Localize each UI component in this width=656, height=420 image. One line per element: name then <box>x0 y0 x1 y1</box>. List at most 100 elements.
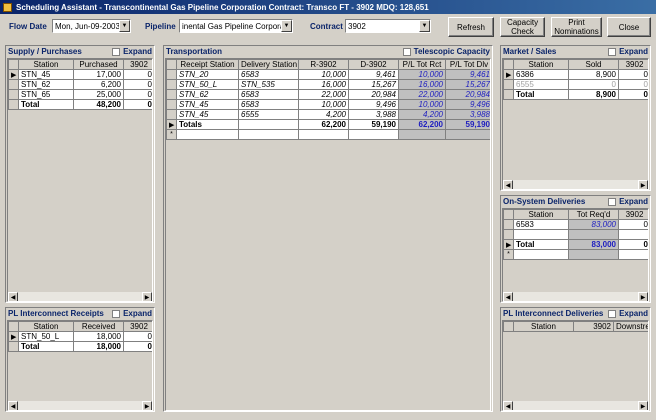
sold-cell[interactable]: 8,900 <box>568 69 619 80</box>
scroll-left-icon[interactable]: ◀ <box>503 401 513 410</box>
scroll-left-icon[interactable]: ◀ <box>503 292 513 301</box>
onsystem-hscrollbar[interactable]: ◀ ▶ <box>503 291 648 301</box>
supply-hscrollbar[interactable]: ◀ ▶ <box>8 291 152 301</box>
row-selector[interactable] <box>166 69 177 80</box>
row-selector[interactable] <box>166 109 177 120</box>
row-selector[interactable] <box>8 79 19 90</box>
flow-date-picker[interactable]: Mon, Jun-09-2003 ▼ <box>52 19 131 33</box>
column-header[interactable]: Receipt Station <box>176 59 239 70</box>
chevron-down-icon[interactable]: ▼ <box>281 20 292 32</box>
column-header[interactable]: P/L Tot Rct <box>398 59 446 70</box>
supply-expand-checkbox[interactable]: Expand <box>112 47 152 56</box>
pl-deliveries-expand-checkbox[interactable]: Expand <box>608 309 648 318</box>
onsystem-grid[interactable]: Station Tot Req'd 3902 6583 83,000 0 ▶ Total 8… <box>502 208 649 302</box>
new-row-icon[interactable]: * <box>166 129 177 140</box>
r-cell[interactable]: 16,000 <box>298 79 349 90</box>
table-row[interactable]: ▶ STN_45 17,000 0 <box>8 69 152 80</box>
scroll-right-icon[interactable]: ▶ <box>638 180 648 189</box>
column-header[interactable]: Sold <box>568 59 619 70</box>
pl-receipts-grid[interactable]: Station Received 3902 ▶ STN_50_L 18,000 0 Tot… <box>7 320 153 411</box>
row-selector-icon[interactable]: ▶ <box>8 69 19 80</box>
station-cell[interactable]: STN_50_L <box>18 331 74 342</box>
scroll-left-icon[interactable]: ◀ <box>8 401 18 410</box>
telescopic-capacity-checkbox[interactable]: Telescopic Capacity <box>402 47 490 56</box>
purchased-cell[interactable]: 6,200 <box>73 79 124 90</box>
column-header[interactable]: Station <box>513 321 574 332</box>
row-selector[interactable] <box>503 219 514 230</box>
row-selector-icon[interactable]: ▶ <box>166 119 177 130</box>
scroll-right-icon[interactable]: ▶ <box>142 401 152 410</box>
close-button[interactable]: Close <box>607 17 651 37</box>
market-hscrollbar[interactable]: ◀ ▶ <box>503 179 648 189</box>
supply-grid[interactable]: Station Purchased 3902 ▶ STN_45 17,000 0 STN_… <box>7 58 153 302</box>
contract-select[interactable]: 3902 ▼ <box>345 19 431 33</box>
column-header[interactable]: 3902 <box>123 59 152 70</box>
table-row[interactable]: STN_62 6583 22,000 20,984 22,000 20,984 <box>166 89 490 100</box>
column-header[interactable]: Downstream <box>613 321 648 332</box>
pl-deliveries-hscrollbar[interactable]: ◀ ▶ <box>503 400 648 410</box>
table-row[interactable]: ▶ STN_50_L 18,000 0 <box>8 331 152 342</box>
row-selector-icon[interactable]: ▶ <box>8 331 19 342</box>
receipt-station-cell[interactable]: STN_20 <box>176 69 239 80</box>
delivery-station-cell[interactable]: 6583 <box>238 89 299 100</box>
chevron-down-icon[interactable]: ▼ <box>419 20 430 32</box>
print-nominations-button[interactable]: Print Nominations <box>551 17 602 37</box>
column-header[interactable]: Delivery Station <box>238 59 299 70</box>
r-cell[interactable]: 10,000 <box>298 69 349 80</box>
scroll-left-icon[interactable]: ◀ <box>8 292 18 301</box>
contract-cell[interactable]: 0 <box>123 331 152 342</box>
contract-cell[interactable]: 0 <box>618 219 648 230</box>
receipt-station-cell[interactable]: STN_45 <box>176 109 239 120</box>
scroll-right-icon[interactable]: ▶ <box>638 292 648 301</box>
row-selector[interactable] <box>166 99 177 110</box>
scroll-left-icon[interactable]: ◀ <box>503 180 513 189</box>
contract-cell[interactable]: 0 <box>123 79 152 90</box>
row-selector-icon[interactable]: ▶ <box>503 69 514 80</box>
row-selector[interactable] <box>8 89 19 100</box>
market-expand-checkbox[interactable]: Expand <box>608 47 648 56</box>
pl-receipts-expand-checkbox[interactable]: Expand <box>112 309 152 318</box>
transportation-grid[interactable]: Receipt Station Delivery Station R-3902 … <box>165 58 491 411</box>
delivery-station-cell[interactable]: STN_535 <box>238 79 299 90</box>
table-row[interactable]: STN_65 25,000 0 <box>8 89 152 100</box>
d-cell[interactable]: 9,461 <box>348 69 399 80</box>
onsystem-expand-checkbox[interactable]: Expand <box>608 197 648 206</box>
table-row[interactable]: STN_45 6555 4,200 3,988 4,200 3,988 <box>166 109 490 120</box>
column-header[interactable]: Station <box>18 321 74 332</box>
purchased-cell[interactable]: 17,000 <box>73 69 124 80</box>
column-header[interactable]: 3902 <box>618 59 648 70</box>
receipt-station-cell[interactable]: STN_45 <box>176 99 239 110</box>
d-cell[interactable]: 15,267 <box>348 79 399 90</box>
purchased-cell[interactable]: 25,000 <box>73 89 124 100</box>
table-row[interactable]: ▶ 6386 8,900 0 <box>503 69 648 80</box>
table-row[interactable]: STN_20 6583 10,000 9,461 10,000 9,461 <box>166 69 490 80</box>
capacity-check-button[interactable]: Capacity Check <box>500 17 545 37</box>
refresh-button[interactable]: Refresh <box>448 17 494 37</box>
station-cell[interactable]: 6583 <box>513 219 569 230</box>
table-row[interactable]: 6555 0 0 <box>503 79 648 90</box>
delivery-station-cell[interactable]: 6583 <box>238 99 299 110</box>
contract-cell[interactable]: 0 <box>618 69 648 80</box>
column-header[interactable]: Station <box>18 59 74 70</box>
d-cell[interactable]: 9,496 <box>348 99 399 110</box>
column-header[interactable]: Purchased <box>73 59 124 70</box>
received-cell[interactable]: 18,000 <box>73 331 124 342</box>
r-cell[interactable]: 10,000 <box>298 99 349 110</box>
column-header[interactable]: Tot Req'd <box>568 209 619 220</box>
row-selector[interactable] <box>166 89 177 100</box>
column-header[interactable]: 3902 <box>618 209 648 220</box>
receipt-station-cell[interactable]: STN_62 <box>176 89 239 100</box>
column-header[interactable]: P/L Tot Dlv <box>445 59 490 70</box>
new-row[interactable]: * <box>166 129 490 140</box>
station-cell[interactable]: 6386 <box>513 69 569 80</box>
column-header[interactable]: 3902 <box>573 321 614 332</box>
scroll-right-icon[interactable]: ▶ <box>142 292 152 301</box>
d-cell[interactable]: 20,984 <box>348 89 399 100</box>
table-row[interactable]: STN_62 6,200 0 <box>8 79 152 90</box>
pl-receipts-hscrollbar[interactable]: ◀ ▶ <box>8 400 152 410</box>
column-header[interactable]: D-3902 <box>348 59 399 70</box>
delivery-station-cell[interactable]: 6583 <box>238 69 299 80</box>
receipt-station-cell[interactable]: STN_50_L <box>176 79 239 90</box>
column-header[interactable]: 3902 <box>123 321 152 332</box>
row-selector[interactable] <box>166 79 177 90</box>
